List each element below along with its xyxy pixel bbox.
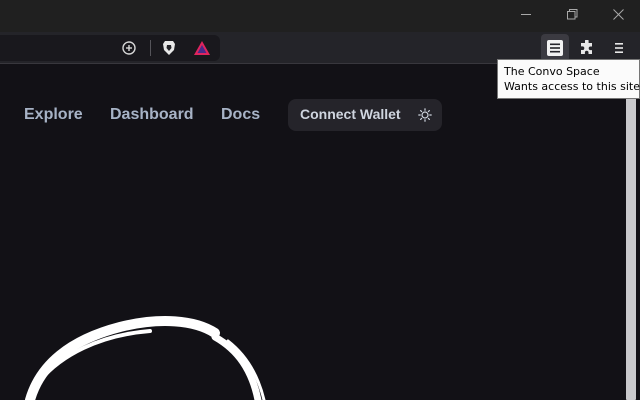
convo-space-extension-button[interactable] [541,34,569,62]
brave-shields-icon[interactable] [160,39,178,57]
page-scrollbar-thumb[interactable] [626,65,636,400]
window-titlebar [0,0,640,32]
minimize-icon [520,13,531,15]
hero-swirl-graphic [25,316,266,400]
extension-tooltip: The Convo Space Wants access to this sit… [497,59,640,99]
minimize-button[interactable] [503,0,549,28]
restore-button[interactable] [549,0,595,28]
hamburger-menu-icon [615,43,623,53]
brave-rewards-icon[interactable] [193,39,211,57]
tooltip-message: Wants access to this site [504,80,640,93]
close-button[interactable] [595,0,640,28]
close-icon [612,8,624,20]
zoom-plus-icon[interactable] [120,39,138,57]
restore-icon [566,8,577,19]
main-menu-button[interactable] [605,34,633,62]
address-bar[interactable] [0,35,220,61]
convo-space-extension-icon [547,40,563,56]
url-divider [150,40,151,56]
puzzle-extensions-icon [581,40,592,54]
tooltip-title: The Convo Space [504,65,600,78]
web-page: Explore Dashboard Docs Connect Wallet [0,65,624,400]
extensions-button[interactable] [573,34,601,62]
